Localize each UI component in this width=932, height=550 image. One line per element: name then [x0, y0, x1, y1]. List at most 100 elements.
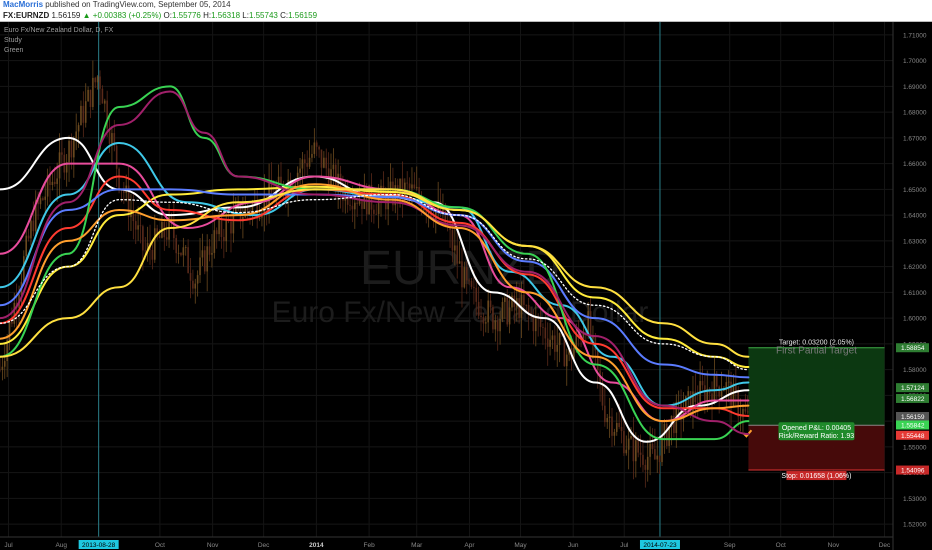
- candle-body: [39, 198, 42, 205]
- candle-body: [306, 163, 308, 167]
- candle-body: [525, 304, 528, 306]
- candle-body: [42, 198, 44, 200]
- study-legend: Euro Fx/New Zealand Dollar, D, FX Study …: [4, 26, 113, 56]
- candle-body: [701, 381, 704, 386]
- candle-body: [618, 422, 620, 427]
- time-tick-label: Oct: [776, 542, 786, 549]
- candle-body: [739, 416, 742, 418]
- candle-body: [408, 183, 411, 189]
- candle-body: [89, 89, 92, 108]
- price-axis[interactable]: 1.71000 1.70000 1.69000 1.68000 1.67000 1.660…: [892, 22, 932, 550]
- legend-title: Euro Fx/New Zealand Dollar, D, FX: [4, 27, 114, 34]
- candle-body: [211, 252, 213, 255]
- candle-body: [508, 307, 511, 325]
- candle-body: [615, 422, 618, 432]
- candle-body: [220, 220, 223, 238]
- candle-body: [475, 287, 478, 302]
- candle-body: [665, 423, 668, 446]
- price-tag-label: 1.58854: [901, 345, 925, 352]
- price-tag-label: 1.57124: [901, 385, 925, 392]
- candle-body: [318, 146, 320, 150]
- legend-green: Green: [4, 47, 24, 54]
- time-tick-label: Jul: [4, 542, 13, 549]
- candle-body: [723, 390, 725, 392]
- candle-body: [75, 131, 78, 138]
- price-tick-label: 1.69000: [903, 84, 927, 91]
- symbol-label[interactable]: FX:EURNZD: [3, 11, 49, 20]
- close-value: 1.56159: [288, 11, 318, 20]
- candle-body: [1, 366, 4, 370]
- watermark-ticker: EURNZD: [360, 242, 560, 295]
- low-value: 1.55743: [248, 11, 278, 20]
- candle-body: [532, 315, 535, 332]
- candle-body: [504, 297, 506, 302]
- candle-body: [630, 436, 632, 439]
- price-tick-label: 1.71000: [903, 32, 927, 39]
- candle-body: [206, 246, 208, 272]
- candle-body: [423, 209, 425, 211]
- candle-body: [527, 304, 530, 313]
- candle-body: [546, 338, 549, 347]
- candle-body: [230, 221, 232, 234]
- time-tick-label: 2014: [309, 542, 324, 549]
- candle-body: [642, 454, 644, 465]
- candle-body: [654, 449, 656, 460]
- candle-body: [389, 181, 392, 189]
- candle-body: [556, 344, 559, 352]
- low-label: L:: [242, 11, 249, 20]
- candle-body: [192, 280, 194, 289]
- candle-body: [518, 298, 520, 319]
- candle-body: [115, 145, 118, 169]
- time-tick-label: Oct: [155, 542, 165, 549]
- candle-body: [451, 229, 454, 251]
- candle-body: [203, 250, 206, 272]
- candle-body: [70, 140, 73, 158]
- long-position-tool[interactable]: Target: 0.03200 (2.05%)First Partial Tar…: [742, 340, 885, 481]
- candle-body: [623, 431, 625, 454]
- price-tick-label: 1.67000: [903, 135, 927, 142]
- candle-body: [99, 76, 101, 89]
- candle-body: [565, 354, 568, 367]
- close-label: C:: [280, 11, 289, 20]
- candle-body: [613, 431, 616, 436]
- candle-body: [315, 142, 318, 147]
- candle-body: [351, 205, 354, 210]
- candle-body: [177, 252, 180, 254]
- candle-body: [11, 321, 13, 324]
- quote-bar: FX:EURNZD 1.56159 ▲ +0.00383 (+0.25%) O:…: [0, 10, 932, 22]
- candle-body: [644, 464, 647, 470]
- published-text: published on TradingView.com, September …: [45, 0, 231, 9]
- price-chart[interactable]: EURNZD Euro Fx/New Zealand Dollar Target…: [0, 22, 932, 550]
- time-tick-label: Apr: [464, 542, 475, 549]
- price-change: +0.00383 (+0.25%): [92, 11, 162, 20]
- candle-body: [732, 383, 735, 408]
- candle-body: [458, 261, 461, 264]
- candle-body: [132, 212, 135, 222]
- opened-pnl-label: Opened P&L: 0.00405: [782, 425, 851, 432]
- candle-body: [539, 318, 542, 328]
- open-label: O:: [163, 11, 172, 20]
- candle-body: [196, 275, 199, 284]
- candle-body: [25, 235, 27, 257]
- candle-body: [215, 230, 218, 235]
- candle-body: [506, 297, 509, 325]
- candle-body: [175, 238, 178, 254]
- candle-body: [496, 320, 499, 332]
- candle-body: [658, 455, 661, 463]
- candle-body: [151, 249, 154, 260]
- candle-body: [401, 178, 404, 198]
- candle-body: [499, 319, 501, 332]
- profit-zone: [748, 347, 885, 426]
- author-link[interactable]: MacMorris: [3, 0, 43, 9]
- candle-body: [349, 204, 351, 206]
- candle-body: [301, 159, 304, 169]
- candle-body: [153, 228, 156, 260]
- stop-label: Stop: 0.01658 (1.06%): [781, 473, 851, 480]
- candle-body: [482, 317, 485, 324]
- candle-body: [199, 257, 201, 276]
- candle-body: [32, 220, 35, 232]
- time-tick-label: Dec: [879, 542, 891, 549]
- candle-body: [494, 320, 497, 330]
- candle-body: [554, 335, 556, 352]
- price-tag-label: 1.56159: [901, 414, 925, 421]
